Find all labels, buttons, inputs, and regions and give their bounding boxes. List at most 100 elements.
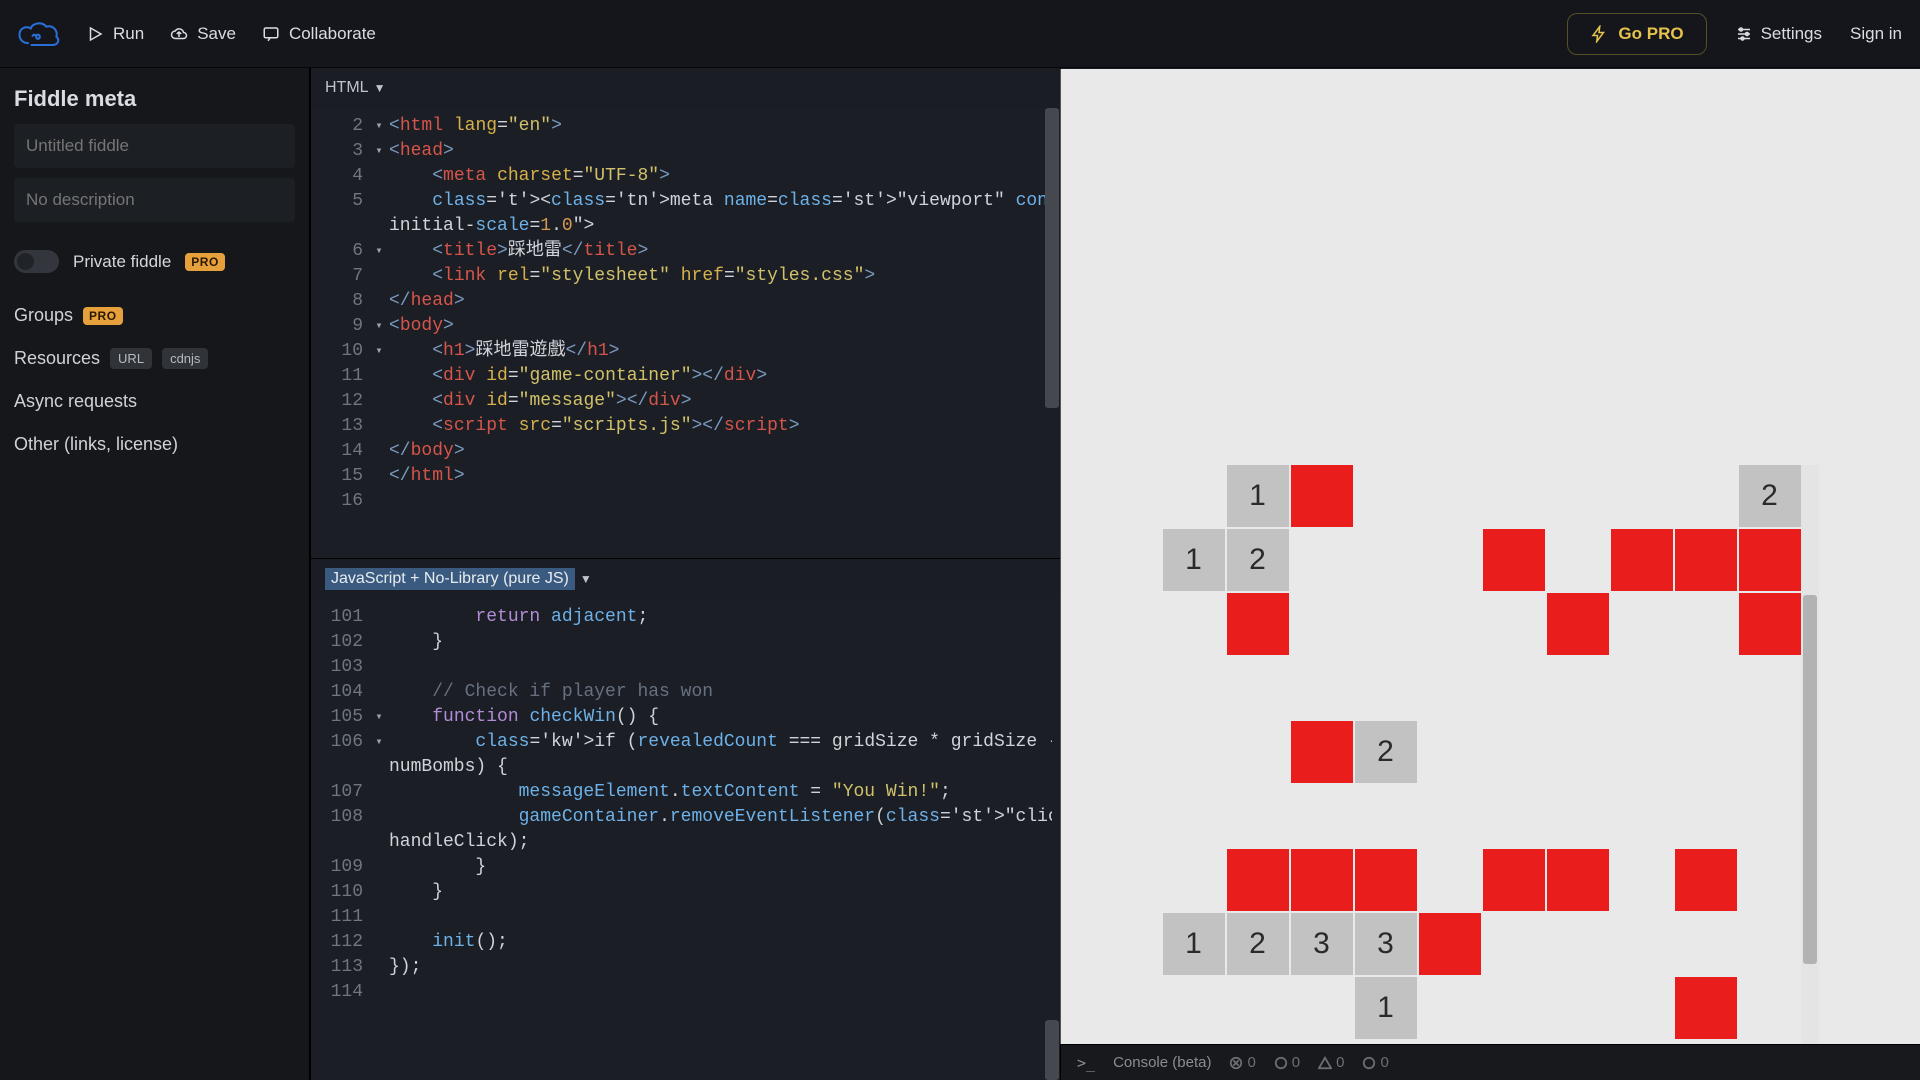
html-editor[interactable]: 2345678910111213141516▾▾▾▾▾<html lang="e… xyxy=(311,108,1060,558)
grid-cell[interactable] xyxy=(1483,913,1545,975)
grid-cell[interactable] xyxy=(1611,721,1673,783)
grid-cell[interactable] xyxy=(1227,785,1289,847)
grid-cell[interactable] xyxy=(1483,465,1545,527)
grid-cell[interactable] xyxy=(1291,465,1353,527)
grid-cell[interactable] xyxy=(1675,849,1737,911)
resources-row[interactable]: Resources URL cdnjs xyxy=(14,348,295,369)
grid-cell[interactable] xyxy=(1483,785,1545,847)
grid-cell[interactable] xyxy=(1419,657,1481,719)
private-toggle[interactable] xyxy=(14,250,59,273)
grid-cell[interactable] xyxy=(1291,657,1353,719)
grid-cell[interactable] xyxy=(1355,465,1417,527)
minesweeper-grid[interactable]: 1212212331 xyxy=(1163,465,1801,1039)
resources-cdn-pill[interactable]: cdnjs xyxy=(162,348,208,369)
grid-cell[interactable] xyxy=(1675,593,1737,655)
grid-cell[interactable] xyxy=(1483,657,1545,719)
grid-cell[interactable] xyxy=(1611,593,1673,655)
grid-cell[interactable]: 1 xyxy=(1227,465,1289,527)
grid-cell[interactable]: 2 xyxy=(1739,465,1801,527)
grid-cell[interactable] xyxy=(1547,977,1609,1039)
grid-cell[interactable] xyxy=(1739,913,1801,975)
signin-button[interactable]: Sign in xyxy=(1850,24,1902,44)
grid-cell[interactable] xyxy=(1355,849,1417,911)
grid-cell[interactable]: 2 xyxy=(1227,529,1289,591)
go-pro-button[interactable]: Go PRO xyxy=(1567,13,1706,55)
grid-cell[interactable] xyxy=(1611,785,1673,847)
grid-cell[interactable] xyxy=(1227,977,1289,1039)
grid-cell[interactable] xyxy=(1547,465,1609,527)
grid-cell[interactable] xyxy=(1483,593,1545,655)
grid-cell[interactable]: 1 xyxy=(1355,977,1417,1039)
html-pane-label[interactable]: HTML▼ xyxy=(325,79,385,97)
grid-cell[interactable] xyxy=(1291,785,1353,847)
grid-cell[interactable]: 3 xyxy=(1291,913,1353,975)
grid-cell[interactable] xyxy=(1355,529,1417,591)
grid-cell[interactable] xyxy=(1163,657,1225,719)
grid-cell[interactable] xyxy=(1355,785,1417,847)
grid-cell[interactable] xyxy=(1547,529,1609,591)
grid-cell[interactable]: 2 xyxy=(1227,913,1289,975)
js-editor[interactable]: 1011021031041051061071081091101111121131… xyxy=(311,599,1060,1080)
grid-cell[interactable] xyxy=(1419,593,1481,655)
scrollbar[interactable] xyxy=(1044,559,1060,1080)
grid-cell[interactable] xyxy=(1291,529,1353,591)
grid-cell[interactable]: 1 xyxy=(1163,913,1225,975)
grid-cell[interactable] xyxy=(1547,785,1609,847)
grid-cell[interactable] xyxy=(1675,529,1737,591)
grid-cell[interactable] xyxy=(1675,785,1737,847)
grid-cell[interactable] xyxy=(1611,465,1673,527)
grid-cell[interactable] xyxy=(1675,657,1737,719)
collab-button[interactable]: Collaborate xyxy=(262,24,376,44)
grid-cell[interactable] xyxy=(1675,913,1737,975)
grid-cell[interactable] xyxy=(1739,977,1801,1039)
grid-cell[interactable] xyxy=(1419,721,1481,783)
grid-cell[interactable] xyxy=(1483,849,1545,911)
grid-cell[interactable] xyxy=(1547,913,1609,975)
grid-cell[interactable] xyxy=(1739,529,1801,591)
grid-cell[interactable] xyxy=(1739,721,1801,783)
grid-cell[interactable] xyxy=(1547,657,1609,719)
grid-cell[interactable] xyxy=(1291,977,1353,1039)
title-input[interactable] xyxy=(14,124,295,168)
grid-cell[interactable] xyxy=(1419,849,1481,911)
grid-cell[interactable] xyxy=(1611,977,1673,1039)
grid-cell[interactable] xyxy=(1227,721,1289,783)
settings-button[interactable]: Settings xyxy=(1735,24,1822,44)
grid-cell[interactable] xyxy=(1163,977,1225,1039)
grid-cell[interactable] xyxy=(1291,593,1353,655)
grid-cell[interactable] xyxy=(1611,913,1673,975)
grid-cell[interactable] xyxy=(1675,721,1737,783)
grid-cell[interactable] xyxy=(1483,721,1545,783)
grid-cell[interactable] xyxy=(1483,977,1545,1039)
grid-cell[interactable] xyxy=(1227,657,1289,719)
grid-cell[interactable] xyxy=(1547,849,1609,911)
grid-cell[interactable] xyxy=(1739,849,1801,911)
grid-cell[interactable] xyxy=(1291,849,1353,911)
run-button[interactable]: Run xyxy=(86,24,144,44)
grid-cell[interactable] xyxy=(1227,849,1289,911)
resources-url-pill[interactable]: URL xyxy=(110,348,152,369)
grid-cell[interactable] xyxy=(1611,849,1673,911)
grid-cell[interactable] xyxy=(1419,785,1481,847)
grid-cell[interactable] xyxy=(1227,593,1289,655)
grid-cell[interactable] xyxy=(1739,657,1801,719)
grid-cell[interactable] xyxy=(1419,913,1481,975)
grid-cell[interactable] xyxy=(1291,721,1353,783)
grid-cell[interactable] xyxy=(1483,529,1545,591)
grid-cell[interactable] xyxy=(1675,465,1737,527)
grid-cell[interactable] xyxy=(1163,465,1225,527)
grid-cell[interactable] xyxy=(1355,593,1417,655)
grid-cell[interactable] xyxy=(1419,977,1481,1039)
other-row[interactable]: Other (links, license) xyxy=(14,434,295,455)
grid-cell[interactable] xyxy=(1419,529,1481,591)
logo[interactable] xyxy=(14,10,62,58)
grid-cell[interactable] xyxy=(1611,529,1673,591)
grid-cell[interactable] xyxy=(1611,657,1673,719)
groups-row[interactable]: Groups PRO xyxy=(14,305,295,326)
grid-cell[interactable] xyxy=(1163,721,1225,783)
async-row[interactable]: Async requests xyxy=(14,391,295,412)
grid-cell[interactable] xyxy=(1163,785,1225,847)
scrollbar[interactable] xyxy=(1044,68,1060,558)
grid-cell[interactable]: 1 xyxy=(1163,529,1225,591)
grid-cell[interactable] xyxy=(1419,465,1481,527)
